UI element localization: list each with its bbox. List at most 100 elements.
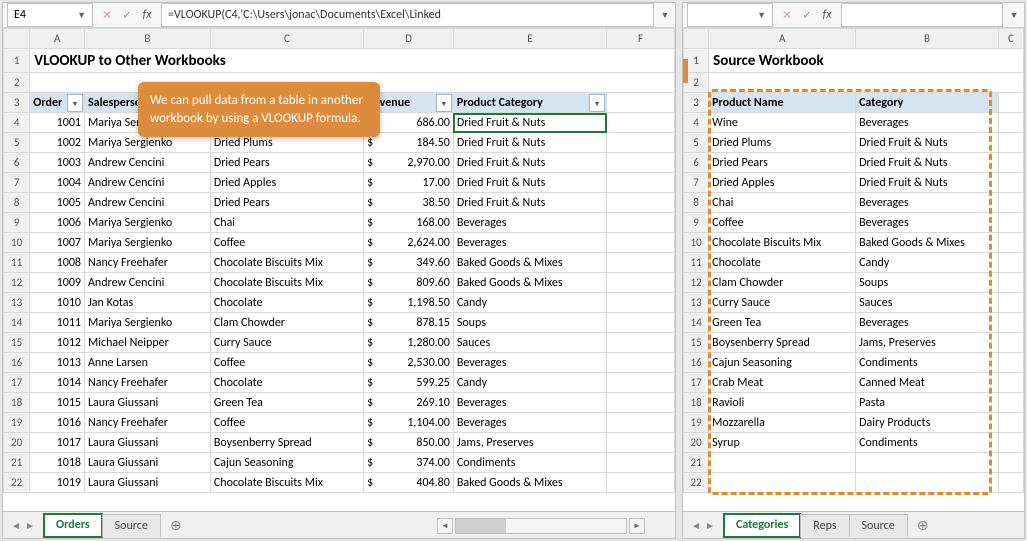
cell-category[interactable]: Beverages xyxy=(453,413,606,433)
tab-nav[interactable]: ◄► xyxy=(689,519,717,532)
row-header[interactable]: 1 xyxy=(684,49,709,73)
cell[interactable] xyxy=(998,173,1023,193)
cell[interactable] xyxy=(998,473,1023,493)
title-cell[interactable]: VLOOKUP to Other Workbooks xyxy=(30,49,675,73)
cell-revenue[interactable]: $878.15 xyxy=(364,313,454,333)
cell-salesperson[interactable]: Michael Neipper xyxy=(84,333,210,353)
add-sheet-button[interactable]: ⊕ xyxy=(907,514,939,537)
cell-category[interactable]: Beverages xyxy=(856,213,999,233)
filter-dropdown-icon[interactable]: ▼ xyxy=(67,94,83,112)
cell-product[interactable]: Crab Meat xyxy=(709,373,856,393)
cell-category[interactable]: Baked Goods & Mixes xyxy=(453,273,606,293)
row-header[interactable]: 12 xyxy=(4,273,30,293)
cell[interactable] xyxy=(607,393,675,413)
formula-input[interactable]: =VLOOKUP(C4,'C:\Users\jonac\Documents\Ex… xyxy=(161,3,654,27)
row-header[interactable]: 20 xyxy=(684,433,709,453)
cell-salesperson[interactable]: Laura Giussani xyxy=(84,393,210,413)
row-header[interactable]: 21 xyxy=(4,453,30,473)
cell-category[interactable]: Beverages xyxy=(856,193,999,213)
fx-icon[interactable]: fx xyxy=(818,6,836,24)
cell-category[interactable]: Candy xyxy=(453,293,606,313)
cell-order[interactable]: 1011 xyxy=(30,313,85,333)
sheet-tab[interactable]: Source xyxy=(102,514,161,537)
cell-salesperson[interactable]: Andrew Cencini xyxy=(84,173,210,193)
cell-product[interactable]: Syrup xyxy=(709,433,856,453)
cell[interactable] xyxy=(607,373,675,393)
name-box[interactable]: ▼ xyxy=(687,3,773,27)
cell-product[interactable]: Chai xyxy=(210,213,363,233)
table-header-order[interactable]: Order▼ xyxy=(30,93,85,113)
col-header[interactable]: B xyxy=(84,29,210,49)
cell-revenue[interactable]: $168.00 xyxy=(364,213,454,233)
sheet-tab-active[interactable]: Categories xyxy=(723,513,801,538)
cell-category[interactable]: Dried Fruit & Nuts xyxy=(453,133,606,153)
cell-revenue[interactable]: $2,970.00 xyxy=(364,153,454,173)
cell[interactable] xyxy=(607,273,675,293)
cell[interactable] xyxy=(998,393,1023,413)
cell[interactable] xyxy=(709,473,856,493)
cell[interactable] xyxy=(998,113,1023,133)
formula-dropdown-icon[interactable]: ▼ xyxy=(658,10,672,21)
cell-order[interactable]: 1005 xyxy=(30,193,85,213)
cell[interactable] xyxy=(607,433,675,453)
cell-product[interactable]: Coffee xyxy=(210,413,363,433)
row-header[interactable]: 8 xyxy=(684,193,709,213)
cell-category[interactable]: Beverages xyxy=(453,393,606,413)
cell-product[interactable]: Dried Plums xyxy=(709,133,856,153)
cell-order[interactable]: 1016 xyxy=(30,413,85,433)
row-header[interactable]: 5 xyxy=(4,133,30,153)
scroll-left-icon[interactable]: ◄ xyxy=(437,518,453,534)
cell-product[interactable]: Dried Pears xyxy=(709,153,856,173)
cell-revenue[interactable]: $2,624.00 xyxy=(364,233,454,253)
cell-category[interactable]: Soups xyxy=(856,273,999,293)
col-header[interactable]: F xyxy=(607,29,675,49)
cell-category[interactable]: Candy xyxy=(856,253,999,273)
cell[interactable] xyxy=(607,193,675,213)
cell-category[interactable]: Dried Fruit & Nuts xyxy=(453,153,606,173)
enter-formula-icon[interactable]: ✓ xyxy=(798,6,816,24)
row-header[interactable]: 12 xyxy=(684,273,709,293)
cell-product[interactable]: Cajun Seasoning xyxy=(709,353,856,373)
cell-category[interactable]: Jams, Preserves xyxy=(856,333,999,353)
cell[interactable] xyxy=(998,233,1023,253)
cell-order[interactable]: 1012 xyxy=(30,333,85,353)
cell-product[interactable]: Chocolate Biscuits Mix xyxy=(210,473,363,493)
cell-product[interactable]: Dried Apples xyxy=(709,173,856,193)
cell-salesperson[interactable]: Anne Larsen xyxy=(84,353,210,373)
cell-order[interactable]: 1014 xyxy=(30,373,85,393)
cell-revenue[interactable]: $374.00 xyxy=(364,453,454,473)
col-header[interactable]: A xyxy=(709,29,856,49)
cell-revenue[interactable]: $809.60 xyxy=(364,273,454,293)
cell-product[interactable]: Coffee xyxy=(210,353,363,373)
filter-dropdown-icon[interactable]: ▼ xyxy=(436,94,452,112)
cell-category[interactable]: Canned Meat xyxy=(856,373,999,393)
cell[interactable] xyxy=(607,353,675,373)
row-header[interactable]: 5 xyxy=(684,133,709,153)
tab-nav[interactable]: ◄► xyxy=(9,519,37,532)
sheet-tab-active[interactable]: Orders xyxy=(43,513,103,538)
cell-category[interactable]: Condiments xyxy=(453,453,606,473)
cell-order[interactable]: 1017 xyxy=(30,433,85,453)
cell-salesperson[interactable]: Nancy Freehafer xyxy=(84,373,210,393)
row-header[interactable]: 14 xyxy=(684,313,709,333)
row-header[interactable]: 11 xyxy=(4,253,30,273)
row-header[interactable]: 10 xyxy=(684,233,709,253)
grid-right[interactable]: A B C 1Source Workbook 2 3 Product Name … xyxy=(683,28,1024,511)
cell[interactable] xyxy=(998,133,1023,153)
col-header[interactable]: E xyxy=(453,29,606,49)
cell[interactable] xyxy=(998,213,1023,233)
col-header[interactable]: C xyxy=(210,29,363,49)
cell-category[interactable]: Beverages xyxy=(453,353,606,373)
cell-product[interactable]: Chocolate Biscuits Mix xyxy=(709,233,856,253)
cell-order[interactable]: 1006 xyxy=(30,213,85,233)
row-header[interactable]: 18 xyxy=(684,393,709,413)
cell-product[interactable]: Cajun Seasoning xyxy=(210,453,363,473)
cell[interactable] xyxy=(998,93,1023,113)
cell[interactable] xyxy=(998,453,1023,473)
cell-order[interactable]: 1010 xyxy=(30,293,85,313)
cell[interactable] xyxy=(998,253,1023,273)
cell-product[interactable]: Green Tea xyxy=(210,393,363,413)
cell-category[interactable]: Dried Fruit & Nuts xyxy=(453,193,606,213)
cell-revenue[interactable]: $1,280.00 xyxy=(364,333,454,353)
row-header[interactable]: 8 xyxy=(4,193,30,213)
